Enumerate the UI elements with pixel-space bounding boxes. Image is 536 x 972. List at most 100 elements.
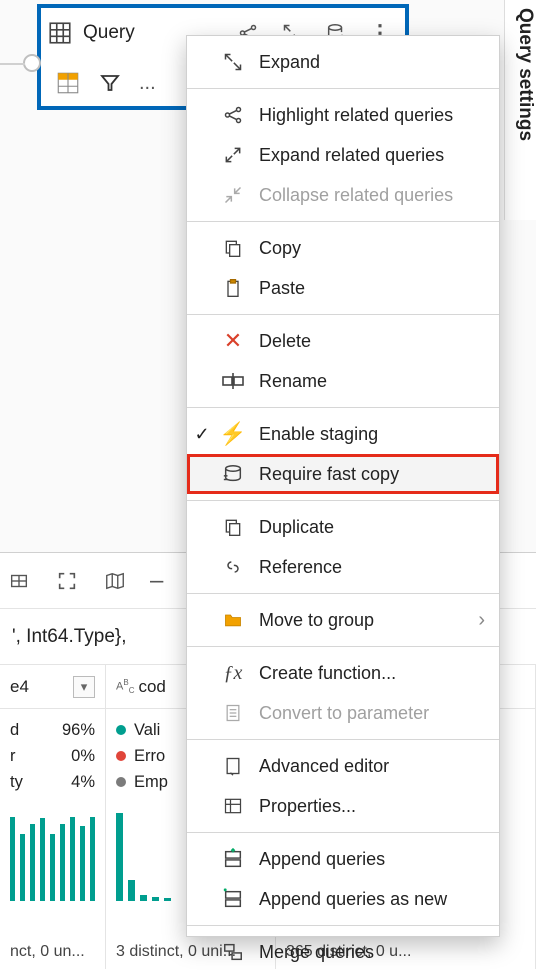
zoom-out-icon[interactable]: – xyxy=(150,567,163,595)
ellipsis-icon: ... xyxy=(139,72,156,95)
stat-empty-label: ty xyxy=(10,773,23,792)
menu-label: Rename xyxy=(259,371,327,392)
expand-icon xyxy=(217,46,249,78)
menu-separator xyxy=(187,314,499,315)
menu-label: Move to group xyxy=(259,610,374,631)
menu-advanced-editor[interactable]: Advanced editor xyxy=(187,746,499,786)
menu-label: Require fast copy xyxy=(259,464,399,485)
stat-empty-pct: 4% xyxy=(71,773,95,792)
menu-label: Expand xyxy=(259,52,320,73)
context-menu: Expand Highlight related queries Expand … xyxy=(186,35,500,937)
menu-label: Highlight related queries xyxy=(259,105,453,126)
menu-label: Copy xyxy=(259,238,301,259)
menu-separator xyxy=(187,221,499,222)
menu-separator xyxy=(187,739,499,740)
menu-move-to-group[interactable]: Move to group › xyxy=(187,600,499,640)
append-icon xyxy=(217,843,249,875)
menu-label: Create function... xyxy=(259,663,396,684)
menu-require-fast-copy[interactable]: Require fast copy xyxy=(187,454,499,494)
query-settings-panel-tab[interactable]: Query settings xyxy=(504,0,536,220)
menu-properties[interactable]: Properties... xyxy=(187,786,499,826)
table-colored-icon xyxy=(55,70,81,96)
duplicate-icon xyxy=(217,511,249,543)
stat-empty-label: Emp xyxy=(134,773,168,792)
menu-rename[interactable]: Rename xyxy=(187,361,499,401)
menu-separator xyxy=(187,593,499,594)
database-fast-icon xyxy=(217,458,249,490)
menu-label: Collapse related queries xyxy=(259,185,453,206)
function-icon: ƒx xyxy=(217,657,249,689)
menu-copy[interactable]: Copy xyxy=(187,228,499,268)
menu-append-queries-new[interactable]: Append queries as new xyxy=(187,879,499,919)
stat-error-pct: 0% xyxy=(71,747,95,766)
error-dot-icon xyxy=(116,751,126,761)
valid-dot-icon xyxy=(116,725,126,735)
table-small-icon[interactable] xyxy=(6,568,32,594)
delete-icon: ✕ xyxy=(217,325,249,357)
menu-label: Properties... xyxy=(259,796,356,817)
stat-error-label: Erro xyxy=(134,747,165,766)
collapse-icon xyxy=(217,179,249,211)
node-connector[interactable] xyxy=(23,54,41,72)
paste-icon xyxy=(217,272,249,304)
stat-valid-label: d xyxy=(10,721,19,740)
menu-label: Merge queries xyxy=(259,942,374,963)
menu-separator xyxy=(187,646,499,647)
column-dropdown-icon[interactable]: ▾ xyxy=(73,676,95,698)
reference-icon xyxy=(217,551,249,583)
column-name: cod xyxy=(138,677,165,697)
filter-icon xyxy=(97,70,123,96)
expand-out-icon xyxy=(217,139,249,171)
menu-duplicate[interactable]: Duplicate xyxy=(187,507,499,547)
menu-label: Convert to parameter xyxy=(259,703,429,724)
menu-label: Advanced editor xyxy=(259,756,389,777)
menu-delete[interactable]: ✕ Delete xyxy=(187,321,499,361)
column-header-e4[interactable]: e4 ▾ xyxy=(0,665,106,708)
menu-merge-queries[interactable]: Merge queries xyxy=(187,932,499,972)
menu-separator xyxy=(187,407,499,408)
menu-label: Append queries as new xyxy=(259,889,447,910)
stats-col-e4: d 96% r 0% ty 4% nct, 0 un... xyxy=(0,709,106,969)
copy-icon xyxy=(217,232,249,264)
histogram-e4 xyxy=(10,805,95,901)
rename-icon xyxy=(217,365,249,397)
menu-label: Delete xyxy=(259,331,311,352)
properties-icon xyxy=(217,790,249,822)
menu-collapse-related: Collapse related queries xyxy=(187,175,499,215)
menu-label: Enable staging xyxy=(259,424,378,445)
menu-convert-to-parameter: Convert to parameter xyxy=(187,693,499,733)
graph-icon xyxy=(217,99,249,131)
menu-separator xyxy=(187,88,499,89)
append-new-icon xyxy=(217,883,249,915)
menu-separator xyxy=(187,832,499,833)
stat-error-label: r xyxy=(10,747,16,766)
parameter-icon xyxy=(217,697,249,729)
menu-append-queries[interactable]: Append queries xyxy=(187,839,499,879)
stats-footer: nct, 0 un... xyxy=(10,943,95,961)
folder-icon xyxy=(217,604,249,636)
chevron-right-icon: › xyxy=(478,609,485,632)
empty-dot-icon xyxy=(116,777,126,787)
stat-valid-pct: 96% xyxy=(62,721,95,740)
menu-create-function[interactable]: ƒx Create function... xyxy=(187,653,499,693)
menu-highlight-related[interactable]: Highlight related queries xyxy=(187,95,499,135)
menu-label: Paste xyxy=(259,278,305,299)
menu-label: Append queries xyxy=(259,849,385,870)
stat-valid-label: Vali xyxy=(134,721,160,740)
column-name: e4 xyxy=(10,677,29,697)
menu-label: Duplicate xyxy=(259,517,334,538)
menu-label: Expand related queries xyxy=(259,145,444,166)
map-icon[interactable] xyxy=(102,568,128,594)
table-icon xyxy=(47,20,73,46)
merge-icon xyxy=(217,936,249,968)
fit-icon[interactable] xyxy=(54,568,80,594)
menu-enable-staging[interactable]: ✓ ⚡ Enable staging xyxy=(187,414,499,454)
menu-expand[interactable]: Expand xyxy=(187,42,499,82)
menu-reference[interactable]: Reference xyxy=(187,547,499,587)
menu-expand-related[interactable]: Expand related queries xyxy=(187,135,499,175)
editor-icon xyxy=(217,750,249,782)
menu-label: Reference xyxy=(259,557,342,578)
type-text-icon: ABC xyxy=(116,678,134,695)
menu-separator xyxy=(187,925,499,926)
menu-paste[interactable]: Paste xyxy=(187,268,499,308)
